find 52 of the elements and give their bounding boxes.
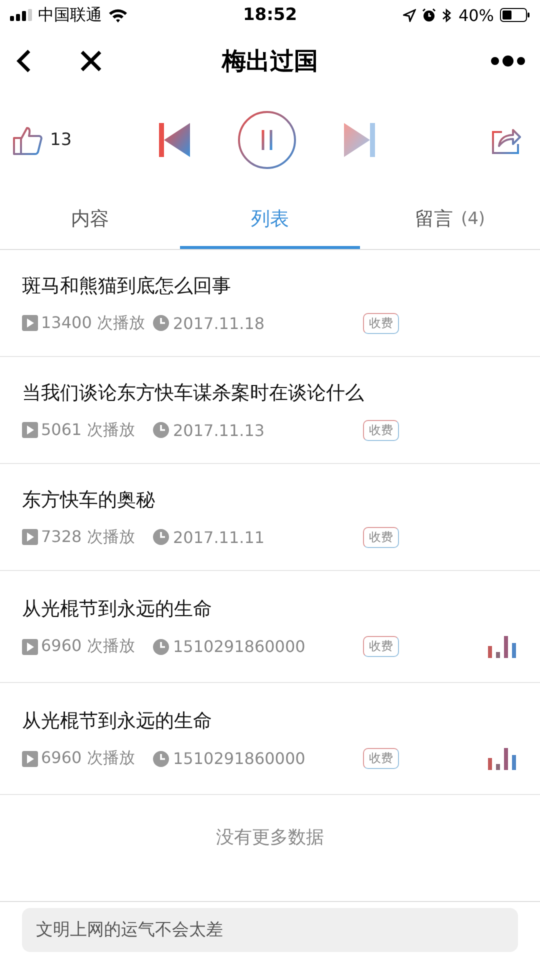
play-count: 5061 次播放 bbox=[41, 420, 136, 440]
episode-title[interactable]: 斑马和熊猫到底怎么回事 bbox=[22, 272, 518, 298]
wifi-icon bbox=[108, 8, 128, 22]
clock-icon bbox=[153, 638, 169, 654]
publish-date: 1510291860000 bbox=[173, 749, 306, 768]
signal-icon bbox=[10, 9, 32, 21]
paid-tag: 收费 bbox=[363, 420, 399, 440]
battery-icon bbox=[500, 8, 530, 22]
clock-icon bbox=[153, 315, 169, 331]
clock-icon bbox=[153, 750, 169, 766]
play-count: 7328 次播放 bbox=[41, 526, 136, 548]
more-icon[interactable] bbox=[490, 55, 526, 67]
publish-date: 2017.11.13 bbox=[173, 420, 266, 440]
play-count: 6960 次播放 bbox=[41, 636, 136, 657]
publish-date: 1510291860000 bbox=[173, 637, 306, 656]
bluetooth-icon bbox=[442, 8, 452, 22]
paid-tag: 收费 bbox=[363, 748, 399, 769]
paid-tag: 收费 bbox=[363, 312, 399, 334]
clock-icon bbox=[153, 529, 169, 545]
publish-date: 2017.11.11 bbox=[173, 528, 266, 546]
paid-tag: 收费 bbox=[363, 636, 399, 657]
comment-input[interactable]: 文明上网的运气不会太差 bbox=[22, 908, 518, 952]
episode-title[interactable]: 东方快车的奥秘 bbox=[22, 486, 518, 512]
play-icon bbox=[22, 315, 38, 331]
clock-time: 18:52 bbox=[242, 5, 298, 25]
tab[interactable]: 内容 bbox=[0, 192, 180, 249]
end-of-list-note: 没有更多数据 bbox=[215, 826, 325, 850]
previous-icon[interactable] bbox=[159, 123, 191, 157]
episode-title[interactable]: 从光棍节到永远的生命 bbox=[22, 708, 518, 734]
tab-label: 留言 bbox=[414, 207, 453, 232]
play-count: 6960 次播放 bbox=[41, 748, 136, 769]
play-icon bbox=[22, 750, 38, 766]
thumbs-up-icon[interactable] bbox=[12, 124, 44, 156]
carrier-name: 中国联通 bbox=[38, 4, 102, 26]
battery-percent: 40% bbox=[458, 6, 494, 24]
clock-icon bbox=[153, 422, 169, 438]
alarm-icon bbox=[422, 8, 436, 22]
publish-date: 2017.11.18 bbox=[173, 314, 266, 332]
paid-tag: 收费 bbox=[363, 526, 399, 548]
comment-count: (4) bbox=[460, 209, 486, 229]
play-icon bbox=[22, 422, 38, 438]
like-count: 13 bbox=[50, 130, 72, 150]
play-icon bbox=[22, 638, 38, 654]
tab[interactable]: 留言 (4) bbox=[360, 192, 540, 249]
location-icon bbox=[403, 8, 416, 22]
episode-title[interactable]: 当我们谈论东方快车谋杀案时在谈论什么 bbox=[22, 380, 518, 406]
page-title: 梅出过国 bbox=[222, 46, 318, 77]
play-icon bbox=[22, 529, 38, 545]
play-count: 13400 次播放 bbox=[41, 312, 146, 334]
episode-title[interactable]: 从光棍节到永远的生命 bbox=[22, 596, 518, 622]
pause-button-icon[interactable] bbox=[237, 110, 297, 170]
close-icon[interactable] bbox=[79, 49, 103, 73]
